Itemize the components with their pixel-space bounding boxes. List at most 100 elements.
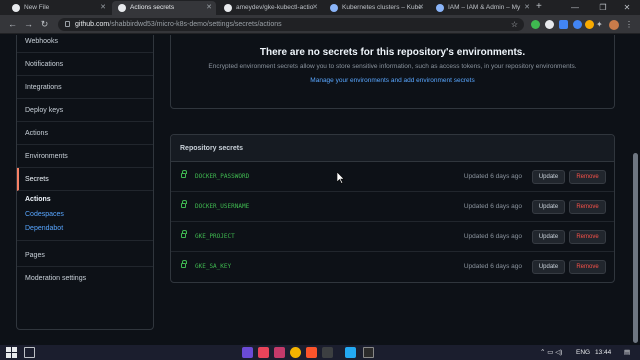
github-icon: [12, 4, 20, 12]
url-text: github.com/shabbirdwd53/micro-k8s-demo/s…: [75, 21, 282, 28]
app-icon[interactable]: [258, 347, 269, 358]
browser-tab-bar: New File ✕ Actions secrets ✕ ameydev/gke…: [0, 0, 640, 15]
tab-gke-kubectl[interactable]: ameydev/gke-kubectl-actio ✕: [218, 1, 322, 15]
close-icon[interactable]: ✕: [418, 1, 424, 15]
secret-row: DOCKER_USERNAME Updated 6 days ago Updat…: [171, 192, 614, 222]
sidebar-item-secrets[interactable]: Secrets: [17, 168, 153, 191]
tab-label: ameydev/gke-kubectl-actio: [236, 4, 314, 11]
sidebar-link-codespaces[interactable]: Codespaces: [25, 211, 64, 218]
settings-sidebar: Webhooks Notifications Integrations Depl…: [16, 35, 154, 330]
secret-updated: Updated 6 days ago: [463, 263, 522, 270]
brave-icon[interactable]: [306, 347, 317, 358]
remove-button[interactable]: Remove: [569, 200, 606, 214]
environment-secrets-empty: There are no secrets for this repository…: [170, 35, 615, 109]
sidebar-item-integrations[interactable]: Integrations: [17, 76, 153, 99]
new-tab-button[interactable]: +: [536, 1, 542, 13]
update-button[interactable]: Update: [532, 170, 565, 184]
task-view-icon[interactable]: [24, 347, 35, 358]
lock-icon: [181, 230, 187, 238]
lock-icon: [65, 21, 70, 27]
puzzle-icon[interactable]: ✦: [596, 20, 605, 29]
secret-name: GKE_SA_KEY: [195, 263, 232, 270]
minimize-icon[interactable]: —: [562, 0, 588, 15]
tab-actions-secrets[interactable]: Actions secrets ✕: [112, 1, 216, 15]
lock-icon: [181, 260, 187, 268]
close-icon[interactable]: ✕: [206, 1, 212, 15]
sidebar-item-actions[interactable]: Actions: [17, 122, 153, 145]
secret-name: DOCKER_PASSWORD: [195, 173, 250, 180]
app-icon[interactable]: [242, 347, 253, 358]
bookmark-star-icon[interactable]: ☆: [511, 18, 518, 31]
update-button[interactable]: Update: [532, 200, 565, 214]
sidebar-item-moderation[interactable]: Moderation settings: [17, 267, 153, 290]
remove-button[interactable]: Remove: [569, 260, 606, 274]
extension-icon[interactable]: [545, 20, 554, 29]
mouse-cursor-icon: [337, 172, 345, 184]
empty-description: Encrypted environment secrets allow you …: [208, 63, 577, 70]
extension-icon[interactable]: [531, 20, 540, 29]
sidebar-item-pages[interactable]: Pages: [17, 244, 153, 267]
reload-icon[interactable]: ↻: [38, 18, 51, 31]
close-icon[interactable]: ✕: [312, 1, 318, 15]
tab-iam[interactable]: IAM – IAM & Admin – My ✕: [430, 1, 534, 15]
tray-icons[interactable]: ⌃ ▭ ◁): [540, 345, 562, 360]
secret-row: GKE_PROJECT Updated 6 days ago Update Re…: [171, 222, 614, 252]
repository-secrets-panel: Repository secrets DOCKER_PASSWORD Updat…: [170, 134, 615, 283]
app-icon[interactable]: [274, 347, 285, 358]
input-language[interactable]: ENG: [576, 345, 590, 360]
secret-updated: Updated 6 days ago: [463, 203, 522, 210]
sidebar-item-environments[interactable]: Environments: [17, 145, 153, 168]
tab-label: Kubernetes clusters – Kube: [342, 4, 422, 11]
restore-icon[interactable]: ❐: [590, 0, 616, 15]
page-scrollbar[interactable]: [631, 35, 640, 345]
gcp-kubernetes-icon: [330, 4, 338, 12]
secret-updated: Updated 6 days ago: [463, 173, 522, 180]
sidebar-item-deploy-keys[interactable]: Deploy keys: [17, 99, 153, 122]
secret-row: GKE_SA_KEY Updated 6 days ago Update Rem…: [171, 252, 614, 282]
close-icon[interactable]: ✕: [524, 1, 530, 15]
close-icon[interactable]: ✕: [100, 1, 106, 15]
sidebar-link-dependabot[interactable]: Dependabot: [25, 225, 63, 232]
menu-icon[interactable]: ⋮: [625, 20, 634, 29]
remove-button[interactable]: Remove: [569, 170, 606, 184]
sidebar-group-title: Actions: [25, 196, 51, 203]
tab-kubernetes-clusters[interactable]: Kubernetes clusters – Kube ✕: [324, 1, 428, 15]
remove-button[interactable]: Remove: [569, 230, 606, 244]
update-button[interactable]: Update: [532, 260, 565, 274]
github-icon: [224, 4, 232, 12]
close-window-icon[interactable]: ✕: [614, 0, 640, 15]
tab-label: Actions secrets: [130, 4, 175, 11]
secret-updated: Updated 6 days ago: [463, 233, 522, 240]
forward-icon[interactable]: →: [22, 18, 35, 31]
address-toolbar: ← → ↻ github.com/shabbirdwd53/micro-k8s-…: [0, 15, 640, 34]
extension-icon[interactable]: [585, 20, 594, 29]
tab-new-file[interactable]: New File ✕: [6, 1, 110, 15]
windows-start-icon[interactable]: [6, 347, 17, 358]
avatar[interactable]: [609, 20, 619, 30]
secret-row: DOCKER_PASSWORD Updated 6 days ago Updat…: [171, 162, 614, 192]
update-button[interactable]: Update: [532, 230, 565, 244]
clock[interactable]: 13:44: [595, 345, 611, 360]
sidebar-item-notifications[interactable]: Notifications: [17, 53, 153, 76]
extension-icon[interactable]: [573, 20, 582, 29]
sidebar-item-webhooks[interactable]: Webhooks: [17, 35, 153, 53]
extension-icon[interactable]: [559, 20, 568, 29]
secret-name: GKE_PROJECT: [195, 233, 235, 240]
lock-icon: [181, 200, 187, 208]
app-icon[interactable]: [363, 347, 374, 358]
url-bar[interactable]: github.com/shabbirdwd53/micro-k8s-demo/s…: [58, 18, 524, 31]
tab-label: New File: [24, 4, 50, 11]
back-icon[interactable]: ←: [6, 18, 19, 31]
os-taskbar: ⌃ ▭ ◁) ENG 13:44 ▤: [0, 345, 640, 360]
vscode-icon[interactable]: [345, 347, 356, 358]
notifications-icon[interactable]: ▤: [624, 345, 630, 360]
terminal-icon[interactable]: [322, 347, 333, 358]
empty-heading: There are no secrets for this repository…: [259, 47, 526, 58]
gcp-iam-icon: [436, 4, 444, 12]
github-icon: [118, 4, 126, 12]
chrome-icon[interactable]: [290, 347, 301, 358]
manage-environments-link[interactable]: Manage your environments and add environ…: [171, 77, 614, 84]
tab-label: IAM – IAM & Admin – My: [448, 4, 521, 11]
panel-title: Repository secrets: [171, 135, 614, 162]
scrollbar-thumb[interactable]: [633, 153, 638, 343]
